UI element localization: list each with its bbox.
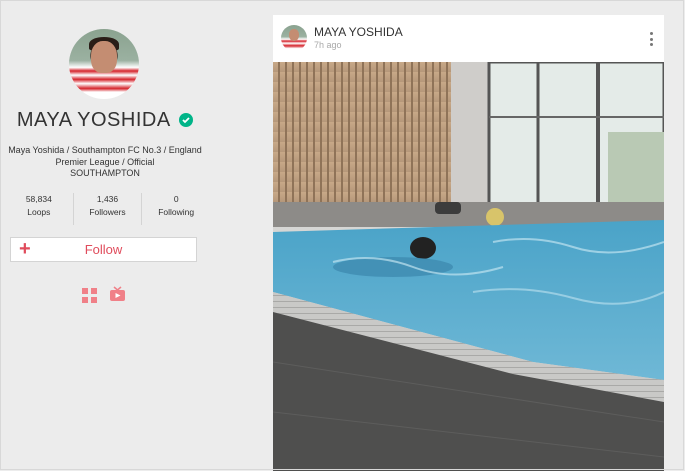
bio-line: Premier League / Official [55,156,155,167]
stat-following[interactable]: 0 Following [141,193,210,225]
tv-view-icon[interactable] [109,286,126,302]
post-card: MAYA YOSHIDA 7h ago [273,15,664,471]
stat-label: Following [158,207,195,217]
bio-line: SOUTHAMPTON [70,168,140,178]
post-author[interactable]: MAYA YOSHIDA [314,25,403,39]
profile-name-row: MAYA YOSHIDA [0,109,210,132]
stat-value: 1,436 [96,194,119,204]
view-toggle [82,286,126,304]
follow-label: Follow [84,242,123,257]
profile-stats: 58,834 Loops 1,436 Followers 0 Following [5,193,210,225]
post-author-avatar[interactable] [281,25,307,51]
profile-avatar[interactable] [69,29,139,99]
more-options-icon[interactable] [650,32,654,49]
stat-followers[interactable]: 1,436 Followers [72,193,142,225]
stat-label: Loops [27,207,51,217]
follow-button[interactable]: + Follow [10,237,197,262]
post-header: MAYA YOSHIDA 7h ago [273,15,664,62]
plus-icon: + [19,238,31,260]
stat-value: 0 [173,194,179,204]
stat-label: Followers [89,207,126,217]
post-time: 7h ago [314,40,342,50]
bio-line: Maya Yoshida / Southampton FC No.3 / Eng… [8,145,202,155]
grid-view-icon[interactable] [82,288,97,303]
stat-loops[interactable]: 58,834 Loops [5,193,73,225]
post-video[interactable] [273,62,664,471]
verified-icon [179,112,194,127]
stat-value: 58,834 [25,194,52,204]
profile-sidebar: MAYA YOSHIDA Maya Yoshida / Southampton … [0,0,210,471]
profile-bio: Maya Yoshida / Southampton FC No.3 / Eng… [2,145,208,180]
profile-name: MAYA YOSHIDA [16,109,171,131]
